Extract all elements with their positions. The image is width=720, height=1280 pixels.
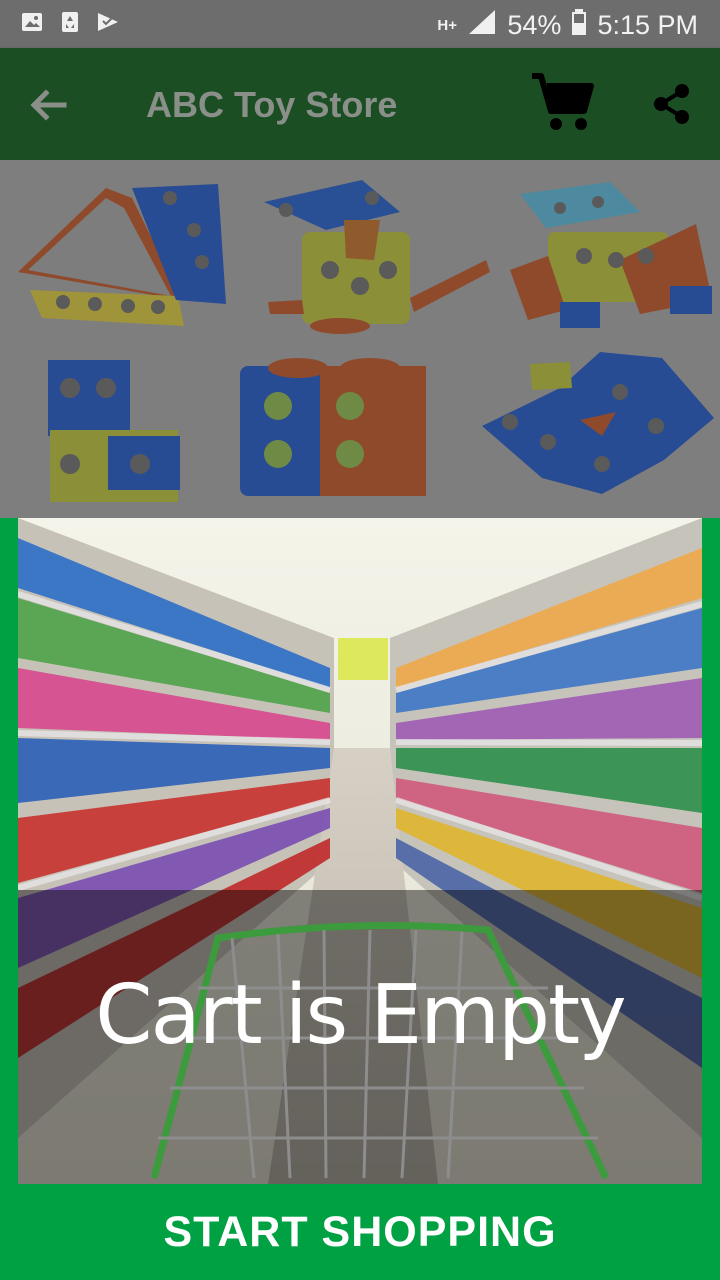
cart-icon[interactable] bbox=[528, 72, 596, 136]
recycle-icon bbox=[58, 10, 82, 34]
toy-banner-image bbox=[0, 160, 720, 518]
task-icon bbox=[96, 10, 120, 34]
network-type: H+ bbox=[437, 16, 457, 34]
empty-cart-message: Cart is Empty bbox=[95, 968, 626, 1063]
battery-icon bbox=[571, 9, 587, 42]
clock: 5:15 PM bbox=[597, 10, 698, 40]
toolbar: ABC Toy Store bbox=[0, 48, 720, 160]
system-status: H+ 54% 5:15 PM bbox=[437, 8, 698, 43]
back-arrow-icon[interactable] bbox=[26, 83, 70, 127]
battery-level: 54% bbox=[507, 10, 562, 40]
start-shopping-button[interactable]: START SHOPPING bbox=[0, 1184, 720, 1280]
gallery-icon bbox=[20, 10, 44, 34]
toy-model-box bbox=[240, 358, 426, 496]
supermarket-aisle-image: Cart is Empty bbox=[18, 518, 702, 1184]
empty-cart-panel: Cart is Empty bbox=[0, 518, 720, 1184]
status-bar: H+ 54% 5:15 PM bbox=[0, 0, 720, 48]
page-title: ABC Toy Store bbox=[146, 84, 398, 125]
share-icon[interactable] bbox=[650, 82, 694, 126]
notification-icons bbox=[20, 10, 120, 34]
signal-icon bbox=[467, 8, 497, 43]
